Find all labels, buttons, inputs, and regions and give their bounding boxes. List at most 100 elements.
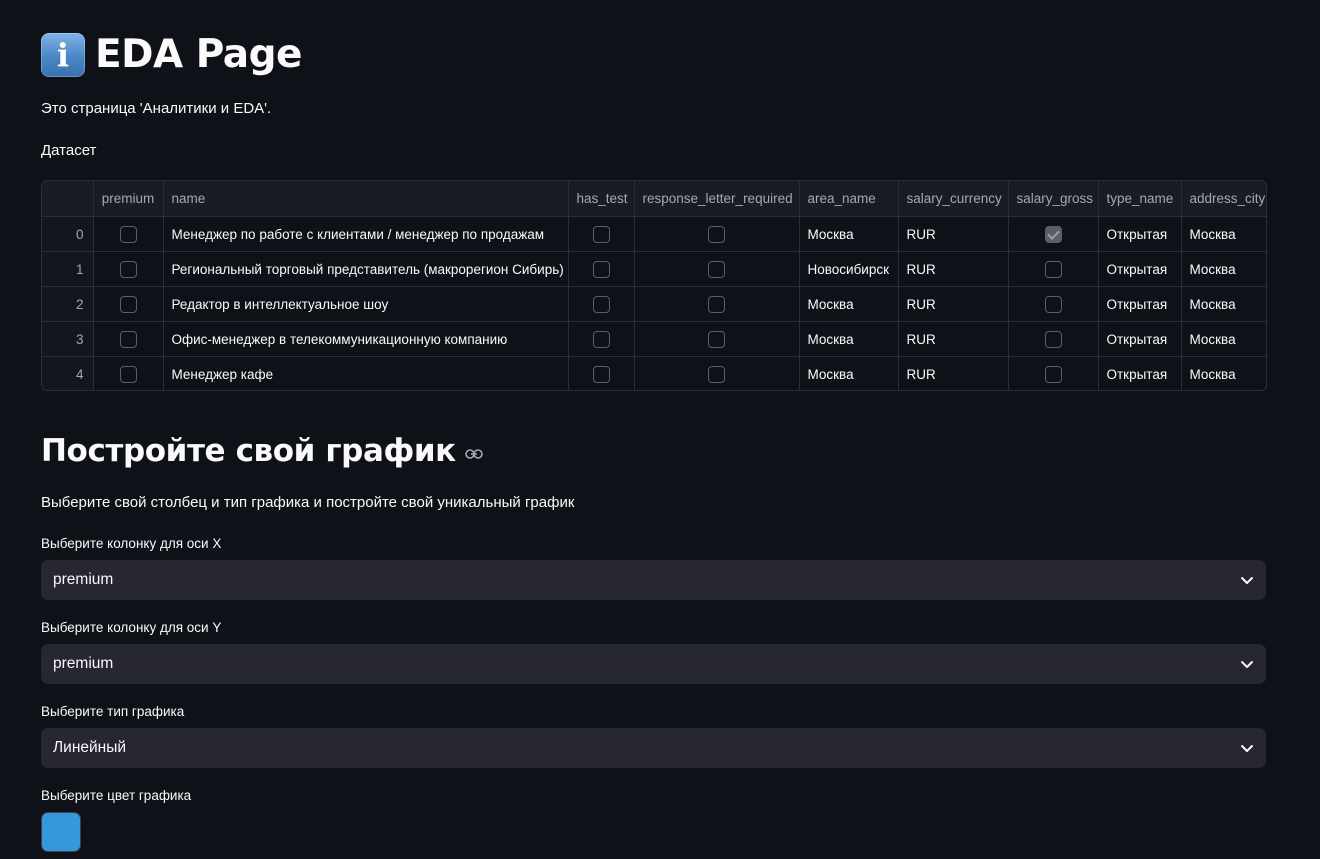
cell-address_city[interactable]: Москва [1181,286,1266,322]
x-axis-label: Выберите колонку для оси X [41,536,222,551]
cell-name[interactable]: Менеджер по работе с клиентами / менедже… [163,216,569,252]
cell-address_city[interactable]: Москва [1181,251,1266,287]
cell-salary_gross [1008,216,1099,252]
row-index: 2 [42,286,94,322]
cell-salary_gross [1008,321,1099,357]
table-header-row: premium name has_test response_letter_requi… [42,181,1266,217]
premium-checkbox[interactable] [119,365,137,383]
chevron-down-icon [1241,660,1253,668]
table-header-area_name[interactable]: area_name [799,181,899,217]
response_letter_required-checkbox[interactable] [708,330,725,348]
cell-area_name[interactable]: Москва [799,356,899,390]
table-header-index[interactable] [42,181,94,217]
dataset-label: Датасет [41,142,97,159]
table-row: 0 Менеджер по работе с клиентами / менедж… [42,216,1266,252]
premium-checkbox[interactable] [119,330,137,348]
salary_gross-checkbox[interactable] [1044,260,1062,278]
cell-salary_currency[interactable]: RUR [898,356,1009,390]
cell-salary_gross [1008,286,1099,322]
chart-type-select[interactable]: Линейный [41,728,1266,768]
cell-type_name[interactable]: Открытая [1098,321,1182,357]
cell-address_city[interactable]: Москва [1181,216,1266,252]
cell-response_letter_required [634,251,800,287]
table-header-salary_gross[interactable]: salary_gross [1008,181,1099,217]
table-header-type_name[interactable]: type_name [1098,181,1182,217]
salary_gross-checkbox[interactable] [1044,365,1062,383]
table-row: 3 Офис-менеджер в телекоммуникационную ко… [42,321,1266,357]
cell-has_test [568,321,635,357]
cell-name[interactable]: Региональный торговый представитель (мак… [163,251,569,287]
y-axis-label: Выберите колонку для оси Y [41,620,222,635]
cell-area_name[interactable]: Новосибирск [799,251,899,287]
page-title: EDA Page [95,32,303,77]
chevron-down-icon [1241,744,1253,752]
cell-type_name[interactable]: Открытая [1098,216,1182,252]
cell-response_letter_required [634,356,800,390]
salary_gross-checkbox[interactable] [1044,225,1062,243]
response_letter_required-checkbox[interactable] [708,260,725,278]
table-header-address_city[interactable]: address_city [1181,181,1266,217]
x-axis-select-value: premium [53,571,114,588]
chevron-down-icon [1241,576,1253,584]
cell-salary_currency[interactable]: RUR [898,216,1009,252]
response_letter_required-checkbox[interactable] [708,225,725,243]
cell-response_letter_required [634,321,800,357]
cell-salary_currency[interactable]: RUR [898,286,1009,322]
cell-salary_currency[interactable]: RUR [898,251,1009,287]
cell-salary_gross [1008,251,1099,287]
premium-checkbox[interactable] [119,295,137,313]
dataset-table[interactable]: premium name has_test response_letter_requi… [41,180,1267,391]
cell-salary_currency[interactable]: RUR [898,321,1009,357]
page-description: Это страница 'Аналитики и EDA'. [41,100,272,117]
cell-type_name[interactable]: Открытая [1098,286,1182,322]
eda-page: i EDA Page Это страница 'Аналитики и EDA… [0,0,1320,859]
premium-checkbox[interactable] [119,225,137,243]
response_letter_required-checkbox[interactable] [708,295,725,313]
chart-color-label: Выберите цвет графика [41,788,192,803]
table-header-name[interactable]: name [163,181,569,217]
cell-area_name[interactable]: Москва [799,321,899,357]
y-axis-select[interactable]: premium [41,644,1266,684]
y-axis-select-value: premium [53,655,114,672]
cell-name[interactable]: Офис-менеджер в телекоммуникационную ком… [163,321,569,357]
has_test-checkbox[interactable] [592,330,610,348]
x-axis-select[interactable]: premium [41,560,1266,600]
premium-checkbox[interactable] [119,260,137,278]
link-icon[interactable] [465,448,483,460]
cell-has_test [568,286,635,322]
chart-type-select-value: Линейный [53,739,127,756]
cell-type_name[interactable]: Открытая [1098,251,1182,287]
cell-area_name[interactable]: Москва [799,216,899,252]
cell-premium [93,321,164,357]
table-header-premium[interactable]: premium [93,181,164,217]
cell-type_name[interactable]: Открытая [1098,356,1182,390]
salary_gross-checkbox[interactable] [1044,330,1062,348]
cell-premium [93,251,164,287]
cell-name[interactable]: Менеджер кафе [163,356,569,390]
response_letter_required-checkbox[interactable] [708,365,725,383]
chart-color-picker[interactable] [41,812,81,852]
cell-response_letter_required [634,216,800,252]
cell-premium [93,216,164,252]
cell-area_name[interactable]: Москва [799,286,899,322]
cell-address_city[interactable]: Москва [1181,321,1266,357]
information-icon: i [41,32,85,77]
cell-has_test [568,251,635,287]
cell-address_city[interactable]: Москва [1181,357,1266,391]
has_test-checkbox[interactable] [592,225,610,243]
cell-name[interactable]: Редактор в интеллектуальное шоу [163,286,569,322]
table-header-salary_currency[interactable]: salary_currency [898,181,1009,217]
has_test-checkbox[interactable] [592,295,610,313]
page-header: i EDA Page [41,32,303,77]
salary_gross-checkbox[interactable] [1044,295,1062,313]
section-title-text: Постройте свой график [41,433,456,469]
table-header-response_letter_required[interactable]: response_letter_required [634,181,800,217]
cell-premium [93,286,164,322]
table-row: 1 Региональный торговый представитель (ма… [42,251,1266,287]
table-header-has_test[interactable]: has_test [568,181,635,217]
chart-type-label: Выберите тип графика [41,704,185,719]
has_test-checkbox[interactable] [592,260,610,278]
cell-salary_gross [1008,356,1099,390]
has_test-checkbox[interactable] [592,365,610,383]
table-row: 4 Менеджер кафе Москва RUR Открытая Москва [42,356,1266,391]
